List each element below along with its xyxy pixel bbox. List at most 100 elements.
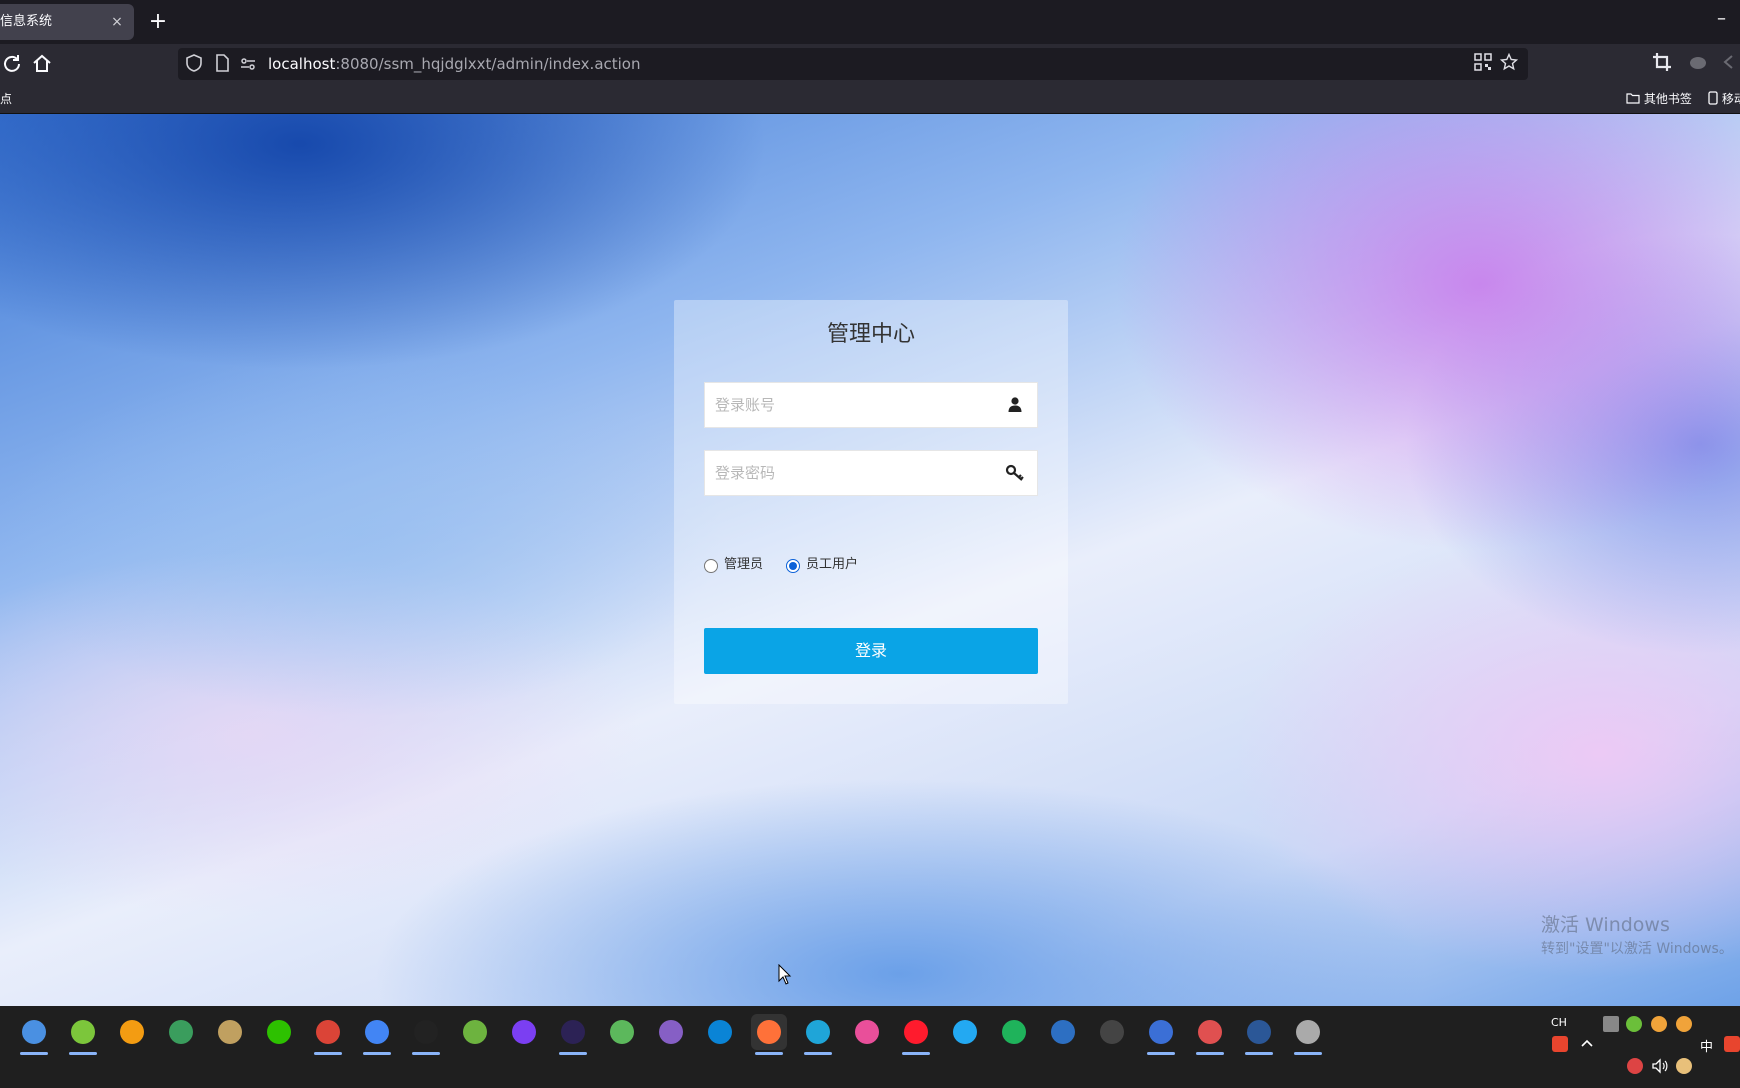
key-icon bbox=[1005, 463, 1025, 483]
opera-icon bbox=[904, 1020, 928, 1044]
username-input[interactable] bbox=[705, 383, 985, 427]
taskbar-app-14[interactable] bbox=[702, 1014, 738, 1050]
firefox-icon bbox=[757, 1020, 781, 1044]
activation-watermark-title: 激活 Windows bbox=[1541, 914, 1670, 936]
taskbar-app-18[interactable] bbox=[898, 1014, 934, 1055]
taskbar-app-3[interactable] bbox=[163, 1014, 199, 1050]
taskbar-app-9[interactable] bbox=[457, 1014, 493, 1050]
chrome-alt-icon bbox=[365, 1020, 389, 1044]
password-field[interactable] bbox=[704, 450, 1038, 496]
visual-studio-icon bbox=[659, 1020, 683, 1044]
url-path: :8080/ssm_hqjdglxxt/admin/index.action bbox=[335, 55, 641, 73]
taskbar-app-6[interactable] bbox=[310, 1014, 346, 1055]
running-indicator bbox=[804, 1052, 832, 1055]
taskbar-app-22[interactable] bbox=[1094, 1014, 1130, 1050]
password-input[interactable] bbox=[705, 451, 985, 495]
folder-icon bbox=[1626, 93, 1640, 104]
ime-mode-indicator[interactable]: 中 bbox=[1700, 1036, 1713, 1055]
taskbar-app-20[interactable] bbox=[996, 1014, 1032, 1050]
taskbar-app-10[interactable] bbox=[506, 1014, 542, 1050]
taskbar-app-1[interactable] bbox=[65, 1014, 101, 1055]
username-field[interactable] bbox=[704, 382, 1038, 428]
taskbar-app-11[interactable] bbox=[555, 1014, 591, 1055]
word-icon bbox=[1247, 1020, 1271, 1044]
radio-button-admin[interactable] bbox=[704, 559, 718, 573]
mouse-cursor-icon bbox=[778, 963, 792, 986]
running-indicator bbox=[1294, 1052, 1322, 1055]
taskbar-app-13[interactable] bbox=[653, 1014, 689, 1050]
colorful-icon bbox=[855, 1020, 879, 1044]
avatar-tray-icon[interactable] bbox=[1676, 1058, 1692, 1074]
taskbar-app-2[interactable] bbox=[114, 1014, 150, 1050]
paint-icon bbox=[1198, 1020, 1222, 1044]
sogou-ime-icon-2[interactable] bbox=[1724, 1036, 1740, 1052]
qq-tray-icon[interactable] bbox=[1651, 1016, 1667, 1032]
taskbar-app-24[interactable] bbox=[1192, 1014, 1228, 1055]
reload-icon[interactable] bbox=[0, 52, 24, 76]
user-icon bbox=[1005, 395, 1025, 415]
volume-icon[interactable] bbox=[1651, 1058, 1669, 1078]
qq-tray-icon-3[interactable] bbox=[1627, 1058, 1643, 1074]
extension-icon[interactable] bbox=[1686, 52, 1710, 76]
qq-icon bbox=[414, 1020, 438, 1044]
qr-code-icon[interactable] bbox=[1472, 53, 1494, 75]
tray-language-indicator[interactable]: CH bbox=[1551, 1016, 1567, 1029]
running-indicator bbox=[69, 1052, 97, 1055]
radio-label-employee[interactable]: 员工用户 bbox=[806, 554, 858, 576]
qq-tray-icon-2[interactable] bbox=[1676, 1016, 1692, 1032]
taskbar-app-8[interactable] bbox=[408, 1014, 444, 1055]
radio-button-employee[interactable] bbox=[786, 559, 800, 573]
taskbar-app-21[interactable] bbox=[1045, 1014, 1081, 1050]
radio-label-admin[interactable]: 管理员 bbox=[724, 554, 763, 576]
address-bar[interactable]: localhost:8080/ssm_hqjdglxxt/admin/index… bbox=[178, 48, 1528, 80]
home-icon[interactable] bbox=[30, 52, 54, 76]
taskbar-app-7[interactable] bbox=[359, 1014, 395, 1055]
shield-icon[interactable] bbox=[184, 53, 204, 75]
chrome-icon bbox=[316, 1020, 340, 1044]
running-indicator bbox=[1196, 1052, 1224, 1055]
url-text[interactable]: localhost:8080/ssm_hqjdglxxt/admin/index… bbox=[268, 48, 641, 80]
green-app-icon bbox=[71, 1020, 95, 1044]
mobile-bookmarks-label: 移动 bbox=[1721, 92, 1740, 106]
taskbar-app-26[interactable] bbox=[1290, 1014, 1326, 1055]
minimize-window-icon[interactable]: – bbox=[1717, 8, 1726, 29]
taskbar-app-0[interactable] bbox=[16, 1014, 52, 1055]
tab-close-icon[interactable]: × bbox=[108, 4, 126, 40]
leaf-icon bbox=[610, 1020, 634, 1044]
permissions-icon[interactable] bbox=[238, 53, 258, 75]
mobile-bookmarks[interactable]: 移动 bbox=[1708, 84, 1740, 114]
bookmark-star-icon[interactable] bbox=[1498, 52, 1520, 75]
hbuilder-icon bbox=[1002, 1020, 1026, 1044]
store-icon bbox=[708, 1020, 732, 1044]
taskbar-app-12[interactable] bbox=[604, 1014, 640, 1050]
taskbar-app-23[interactable] bbox=[1143, 1014, 1179, 1055]
taskbar-app-17[interactable] bbox=[849, 1014, 885, 1050]
taskbar-app-5[interactable] bbox=[261, 1014, 297, 1050]
bookmark-item[interactable]: 点 bbox=[0, 84, 12, 114]
page-icon[interactable] bbox=[212, 53, 232, 75]
running-indicator bbox=[559, 1052, 587, 1055]
show-hidden-icons-icon[interactable] bbox=[1580, 1036, 1594, 1054]
login-button[interactable]: 登录 bbox=[704, 628, 1038, 674]
new-tab-button[interactable]: + bbox=[144, 8, 172, 36]
browser-tab[interactable]: 信息系统 × bbox=[0, 4, 134, 40]
taskbar-app-19[interactable] bbox=[947, 1014, 983, 1050]
running-indicator bbox=[1147, 1052, 1175, 1055]
sogou-ime-icon[interactable] bbox=[1552, 1036, 1568, 1052]
taskbar: CH 中 bbox=[0, 1006, 1740, 1088]
running-indicator bbox=[755, 1052, 783, 1055]
taskbar-app-16[interactable] bbox=[800, 1014, 836, 1055]
url-host: localhost bbox=[268, 55, 336, 73]
running-indicator bbox=[1245, 1052, 1273, 1055]
green-tray-icon[interactable] bbox=[1626, 1016, 1642, 1032]
taskbar-app-15[interactable] bbox=[751, 1014, 787, 1055]
back-arrow-icon[interactable] bbox=[1718, 52, 1740, 76]
taskbar-app-4[interactable] bbox=[212, 1014, 248, 1050]
editor-tray-icon[interactable] bbox=[1603, 1016, 1619, 1032]
vscode-icon bbox=[953, 1020, 977, 1044]
intellij-icon bbox=[512, 1020, 536, 1044]
other-bookmarks[interactable]: 其他书签 bbox=[1626, 84, 1692, 114]
running-indicator bbox=[902, 1052, 930, 1055]
crop-icon[interactable] bbox=[1650, 52, 1674, 76]
taskbar-app-25[interactable] bbox=[1241, 1014, 1277, 1055]
